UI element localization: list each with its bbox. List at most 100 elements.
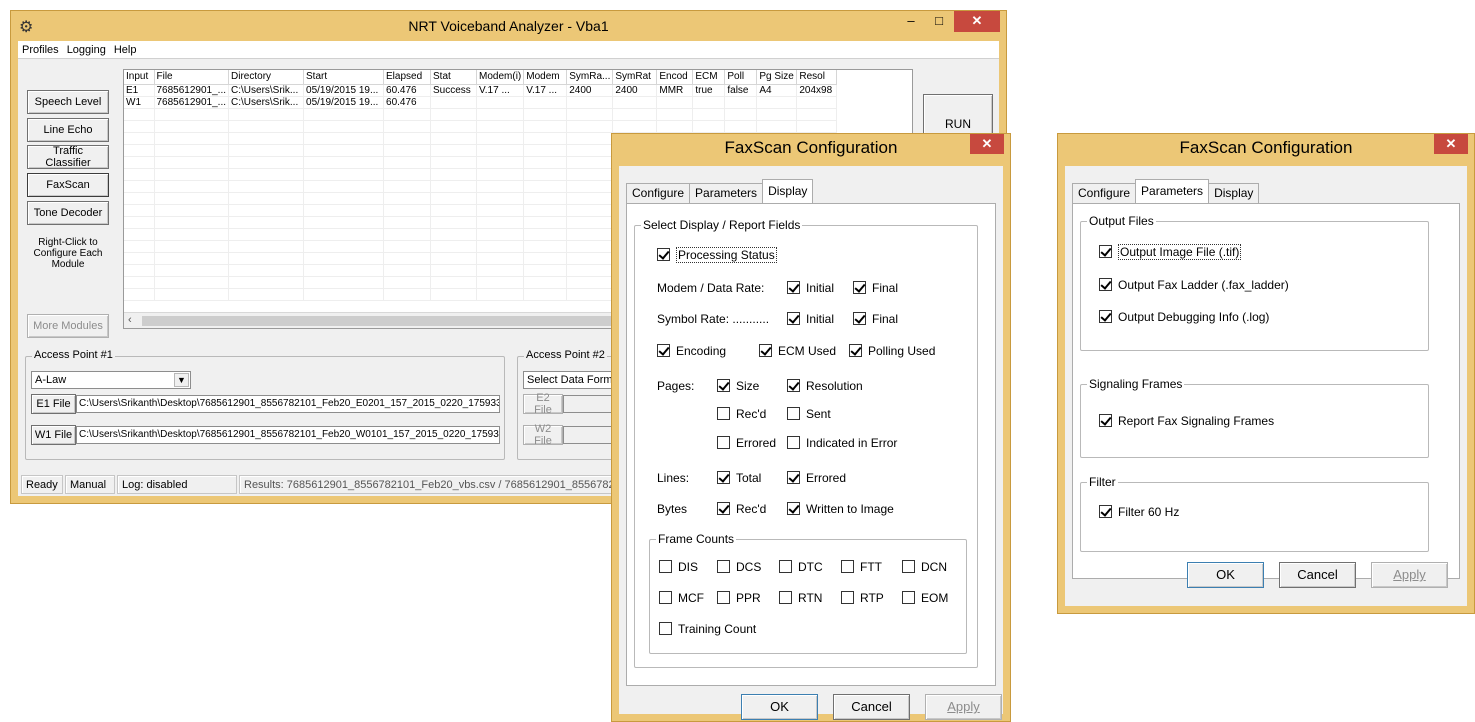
- faxscan-button[interactable]: FaxScan: [27, 173, 109, 197]
- checkbox-icon[interactable]: [841, 560, 854, 573]
- pages-recd-checkbox[interactable]: Rec'd: [717, 407, 766, 421]
- w1-file-button[interactable]: W1 File: [31, 425, 76, 445]
- rtn-checkbox[interactable]: RTN: [779, 591, 822, 605]
- col-header[interactable]: Elapsed: [383, 70, 432, 85]
- report-signaling-checkbox[interactable]: Report Fax Signaling Frames: [1099, 414, 1274, 428]
- checkbox-icon[interactable]: [787, 379, 800, 392]
- format-select[interactable]: A-Law ▼: [31, 371, 191, 389]
- output-image-checkbox[interactable]: Output Image File (.tif): [1099, 244, 1242, 260]
- checkbox-icon[interactable]: [1099, 414, 1112, 427]
- dcn-checkbox[interactable]: DCN: [902, 560, 947, 574]
- mcf-checkbox[interactable]: MCF: [659, 591, 704, 605]
- checkbox-icon[interactable]: [787, 281, 800, 294]
- checkbox-icon[interactable]: [717, 379, 730, 392]
- rtp-checkbox[interactable]: RTP: [841, 591, 884, 605]
- checkbox-icon[interactable]: [717, 560, 730, 573]
- pages-sent-checkbox[interactable]: Sent: [787, 407, 831, 421]
- e1-file-button[interactable]: E1 File: [31, 394, 76, 414]
- tab-configure[interactable]: Configure: [626, 183, 691, 203]
- col-header[interactable]: Pg Size: [756, 70, 798, 85]
- checkbox-icon[interactable]: [902, 591, 915, 604]
- checkbox-icon[interactable]: [853, 312, 866, 325]
- training-count-checkbox[interactable]: Training Count: [659, 622, 756, 636]
- col-header[interactable]: Encod: [656, 70, 694, 85]
- w1-path-field[interactable]: C:\Users\Srikanth\Desktop\7685612901_855…: [76, 426, 500, 444]
- dis-checkbox[interactable]: DIS: [659, 560, 698, 574]
- output-debug-checkbox[interactable]: Output Debugging Info (.log): [1099, 310, 1269, 324]
- menu-logging[interactable]: Logging: [63, 44, 110, 56]
- checkbox-icon[interactable]: [787, 502, 800, 515]
- tab-display[interactable]: Display: [762, 179, 814, 203]
- cancel-button[interactable]: Cancel: [833, 694, 910, 720]
- checkbox-icon[interactable]: [717, 591, 730, 604]
- checkbox-icon[interactable]: [1099, 278, 1112, 291]
- size-checkbox[interactable]: Size: [717, 379, 759, 393]
- main-titlebar[interactable]: ⚙ NRT Voiceband Analyzer - Vba1 – □ ✕: [11, 11, 1006, 41]
- checkbox-icon[interactable]: [787, 471, 800, 484]
- tone-decoder-button[interactable]: Tone Decoder: [27, 201, 109, 225]
- checkbox-icon[interactable]: [902, 560, 915, 573]
- checkbox-icon[interactable]: [659, 622, 672, 635]
- filter-60hz-checkbox[interactable]: Filter 60 Hz: [1099, 505, 1179, 519]
- checkbox-icon[interactable]: [759, 344, 772, 357]
- tab-parameters[interactable]: Parameters: [1135, 179, 1210, 203]
- checkbox-icon[interactable]: [1099, 245, 1112, 258]
- tab-configure[interactable]: Configure: [1072, 183, 1137, 203]
- e2-path-field[interactable]: [563, 395, 615, 413]
- e1-path-field[interactable]: C:\Users\Srikanth\Desktop\7685612901_855…: [76, 395, 500, 413]
- cancel-button[interactable]: Cancel: [1279, 562, 1356, 588]
- more-modules-button[interactable]: More Modules: [27, 314, 109, 338]
- ftt-checkbox[interactable]: FTT: [841, 560, 882, 574]
- traffic-classifier-button[interactable]: Traffic Classifier: [27, 145, 109, 169]
- checkbox-icon[interactable]: [849, 344, 862, 357]
- dialog-close-button[interactable]: ✕: [970, 134, 1004, 154]
- chevron-down-icon[interactable]: ▼: [174, 373, 189, 387]
- polling-used-checkbox[interactable]: Polling Used: [849, 344, 935, 358]
- indicated-error-checkbox[interactable]: Indicated in Error: [787, 436, 897, 450]
- checkbox-icon[interactable]: [1099, 505, 1112, 518]
- checkbox-icon[interactable]: [841, 591, 854, 604]
- col-header[interactable]: ECM: [692, 70, 726, 85]
- col-header[interactable]: SymRat: [612, 70, 658, 85]
- dialog-close-button[interactable]: ✕: [1434, 134, 1468, 154]
- menu-help[interactable]: Help: [110, 44, 141, 56]
- checkbox-icon[interactable]: [779, 560, 792, 573]
- minimize-button[interactable]: –: [898, 11, 924, 32]
- checkbox-icon[interactable]: [787, 312, 800, 325]
- apply-button[interactable]: Apply: [925, 694, 1002, 720]
- modem-final-checkbox[interactable]: Final: [853, 281, 898, 295]
- written-image-checkbox[interactable]: Written to Image: [787, 502, 894, 516]
- w2-path-field[interactable]: [563, 426, 615, 444]
- encoding-checkbox[interactable]: Encoding: [657, 344, 726, 358]
- checkbox-icon[interactable]: [779, 591, 792, 604]
- tab-parameters[interactable]: Parameters: [689, 183, 764, 203]
- e2-file-button[interactable]: E2 File: [523, 392, 563, 416]
- line-echo-button[interactable]: Line Echo: [27, 118, 109, 142]
- ecm-used-checkbox[interactable]: ECM Used: [759, 344, 836, 358]
- checkbox-icon[interactable]: [717, 436, 730, 449]
- checkbox-icon[interactable]: [787, 407, 800, 420]
- checkbox-icon[interactable]: [659, 591, 672, 604]
- col-header[interactable]: Poll: [724, 70, 758, 85]
- bytes-recd-checkbox[interactable]: Rec'd: [717, 502, 766, 516]
- output-ladder-checkbox[interactable]: Output Fax Ladder (.fax_ladder): [1099, 278, 1289, 292]
- col-header[interactable]: Directory: [228, 70, 305, 85]
- modem-initial-checkbox[interactable]: Initial: [787, 281, 834, 295]
- pages-errored-checkbox[interactable]: Errored: [717, 436, 776, 450]
- scroll-thumb[interactable]: [142, 316, 622, 326]
- resolution-checkbox[interactable]: Resolution: [787, 379, 863, 393]
- col-header[interactable]: Modem: [523, 70, 568, 85]
- ok-button[interactable]: OK: [1187, 562, 1264, 588]
- dtc-checkbox[interactable]: DTC: [779, 560, 823, 574]
- col-header[interactable]: Stat: [430, 70, 478, 85]
- symbol-final-checkbox[interactable]: Final: [853, 312, 898, 326]
- col-header[interactable]: SymRa...: [566, 70, 614, 85]
- col-header[interactable]: Input: [124, 70, 155, 85]
- speech-level-button[interactable]: Speech Level: [27, 90, 109, 114]
- eom-checkbox[interactable]: EOM: [902, 591, 948, 605]
- table-row[interactable]: W1 7685612901_... C:\Users\Srik... 05/19…: [124, 96, 838, 109]
- checkbox-icon[interactable]: [717, 502, 730, 515]
- checkbox-icon[interactable]: [717, 471, 730, 484]
- close-button[interactable]: ✕: [954, 11, 1000, 32]
- maximize-button[interactable]: □: [926, 11, 952, 32]
